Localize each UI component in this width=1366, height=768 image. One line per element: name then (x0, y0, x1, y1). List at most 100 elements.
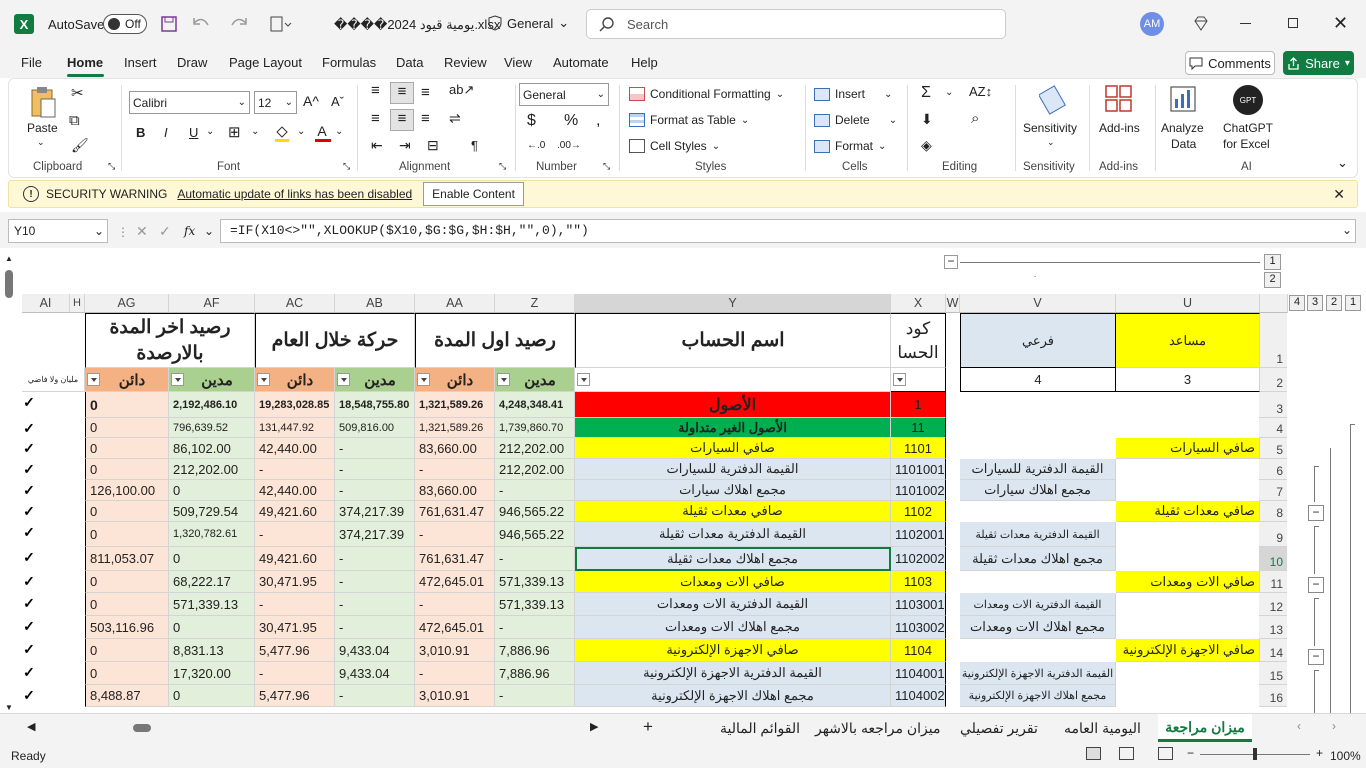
column-header-w[interactable]: W (946, 294, 960, 313)
cell-aa-15[interactable]: - (415, 662, 495, 685)
redo-icon[interactable] (228, 15, 254, 33)
security-message-link[interactable]: Automatic update of links has been disab… (177, 187, 412, 201)
header-assistant[interactable]: مساعد (1116, 313, 1260, 368)
copy-icon[interactable]: ⧉ (69, 112, 80, 129)
menu-page-layout[interactable]: Page Layout (229, 55, 302, 70)
tabs-next-icon[interactable]: › (1332, 719, 1336, 733)
cell-ab-9[interactable]: 374,217.39 (335, 522, 415, 547)
insert-cells-button[interactable]: Insert ⌄ (814, 87, 892, 101)
filter-dropdown-icon[interactable] (87, 373, 100, 386)
cut-icon[interactable]: ✂ (71, 84, 84, 102)
filter-dropdown-icon[interactable] (171, 373, 184, 386)
cell-v-15[interactable]: القيمة الدفترية الاجهزة الإلكترونية (960, 662, 1116, 685)
ribbon-collapse-icon[interactable]: ⌄ (1337, 155, 1348, 171)
comma-style-icon[interactable]: , (596, 112, 600, 130)
bold-icon[interactable]: B (136, 125, 145, 140)
menu-file[interactable]: File (21, 55, 42, 70)
column-header-aa[interactable]: AA (415, 294, 495, 313)
insert-function-icon[interactable]: fx (184, 224, 195, 238)
decrease-decimal-icon[interactable]: .00→ (557, 140, 581, 151)
cell-y-10[interactable]: مجمع اهلاك معدات ثقيلة (575, 547, 891, 571)
cell-af-8[interactable]: 509,729.54 (169, 501, 255, 522)
filter-dropdown-icon[interactable] (497, 373, 510, 386)
page-break-view-icon[interactable] (1158, 747, 1173, 760)
cell-aa-3[interactable]: 1,321,589.26 (415, 392, 495, 418)
enable-content-button[interactable]: Enable Content (423, 182, 524, 206)
column-header-ab[interactable]: AB (335, 294, 415, 313)
cell-ag-8[interactable]: 0 (85, 501, 169, 522)
cell-aa-8[interactable]: 761,631.47 (415, 501, 495, 522)
filter-dropdown-icon[interactable] (893, 373, 906, 386)
normal-view-icon[interactable] (1086, 747, 1101, 760)
row-header-6[interactable]: 6 (1259, 459, 1287, 480)
cell-ab-5[interactable]: - (335, 438, 415, 459)
cell-ab-13[interactable]: - (335, 616, 415, 639)
restore-icon[interactable] (1288, 18, 1298, 28)
zoom-thumb[interactable] (1253, 748, 1257, 760)
horizontal-scroll-thumb[interactable] (133, 724, 151, 732)
row-header-7[interactable]: 7 (1259, 480, 1287, 501)
row-header-4[interactable]: 4 (1259, 418, 1287, 438)
cell-v-10[interactable]: مجمع اهلاك معدات ثقيلة (960, 547, 1116, 571)
italic-icon[interactable]: I (164, 125, 168, 140)
close-window-icon[interactable]: ✕ (1333, 13, 1348, 34)
zoom-level[interactable]: 100% (1330, 749, 1361, 763)
orientation-icon[interactable]: ab↗ (449, 82, 474, 98)
cell-aa-5[interactable]: 83,660.00 (415, 438, 495, 459)
dialog-launcher-icon[interactable]: ⤡ (108, 161, 115, 172)
share-button[interactable]: Share ▾ (1283, 51, 1354, 75)
column-collapse-icon[interactable]: − (944, 255, 958, 269)
row-header-9[interactable]: 9 (1259, 522, 1287, 547)
autosum-icon[interactable]: Σ (921, 84, 931, 102)
cell-ac-7[interactable]: 42,440.00 (255, 480, 335, 501)
cell-ab-4[interactable]: 509,816.00 (335, 418, 415, 438)
cell-af-13[interactable]: 0 (169, 616, 255, 639)
dialog-launcher-icon[interactable]: ⤡ (499, 161, 506, 172)
cell-z-11[interactable]: 571,339.13 (495, 571, 575, 593)
menu-view[interactable]: View (504, 55, 532, 70)
row-header-2[interactable]: 2 (1259, 368, 1287, 392)
cell-z-10[interactable]: - (495, 547, 575, 571)
cell-ac-5[interactable]: 42,440.00 (255, 438, 335, 459)
cell-af-9[interactable]: 1,320,782.61 (169, 522, 255, 547)
cell-ac-10[interactable]: 49,421.60 (255, 547, 335, 571)
zoom-in-icon[interactable]: + (1316, 746, 1323, 760)
cell-af-7[interactable]: 0 (169, 480, 255, 501)
cell-aa-6[interactable]: - (415, 459, 495, 480)
cell-ac-15[interactable]: - (255, 662, 335, 685)
header-aa-creditor[interactable]: دائن (415, 368, 495, 392)
row-outline-level-2[interactable]: 2 (1326, 295, 1342, 311)
currency-icon[interactable]: $ (527, 112, 536, 130)
cell-x-4[interactable]: 11 (891, 418, 946, 438)
row-header-13[interactable]: 13 (1259, 616, 1287, 639)
header-x-filter[interactable] (891, 368, 946, 392)
conditional-formatting-button[interactable]: Conditional Formatting ⌄ (629, 87, 784, 101)
cell-ag-12[interactable]: 0 (85, 593, 169, 616)
cell-x-12[interactable]: 1103001 (891, 593, 946, 616)
cell-ag-6[interactable]: 0 (85, 459, 169, 480)
cell-y-12[interactable]: القيمة الدفترية الات ومعدات (575, 593, 891, 616)
cell-u-11[interactable]: صافي الات ومعدات (1116, 571, 1260, 593)
cell-ag-15[interactable]: 0 (85, 662, 169, 685)
cell-ag-5[interactable]: 0 (85, 438, 169, 459)
cell-x-9[interactable]: 1102001 (891, 522, 946, 547)
decrease-font-icon[interactable]: Aˇ (331, 94, 344, 109)
cell-y-11[interactable]: صافي الات ومعدات (575, 571, 891, 593)
chatgpt-button[interactable]: ChatGPT (1223, 121, 1273, 135)
avatar[interactable]: AM (1140, 12, 1164, 36)
cell-z-9[interactable]: 946,565.22 (495, 522, 575, 547)
cell-aa-16[interactable]: 3,010.91 (415, 685, 495, 707)
indent-decrease-icon[interactable]: ⇤ (371, 137, 383, 154)
cell-ab-16[interactable]: - (335, 685, 415, 707)
cell-z-8[interactable]: 946,565.22 (495, 501, 575, 522)
cell-ac-14[interactable]: 5,477.96 (255, 639, 335, 662)
tab-monthly-trial-balance[interactable]: ميزان مراجعه بالاشهر (815, 720, 940, 737)
cell-y-7[interactable]: مجمع اهلاك سيارات (575, 480, 891, 501)
cell-aa-13[interactable]: 472,645.01 (415, 616, 495, 639)
cell-ag-9[interactable]: 0 (85, 522, 169, 547)
cell-z-5[interactable]: 212,202.00 (495, 438, 575, 459)
cell-ag-16[interactable]: 8,488.87 (85, 685, 169, 707)
column-header-y[interactable]: Y (575, 294, 891, 313)
cell-ac-3[interactable]: 19,283,028.85 (255, 392, 335, 418)
cell-y-14[interactable]: صافي الاجهزة الإلكترونية (575, 639, 891, 662)
